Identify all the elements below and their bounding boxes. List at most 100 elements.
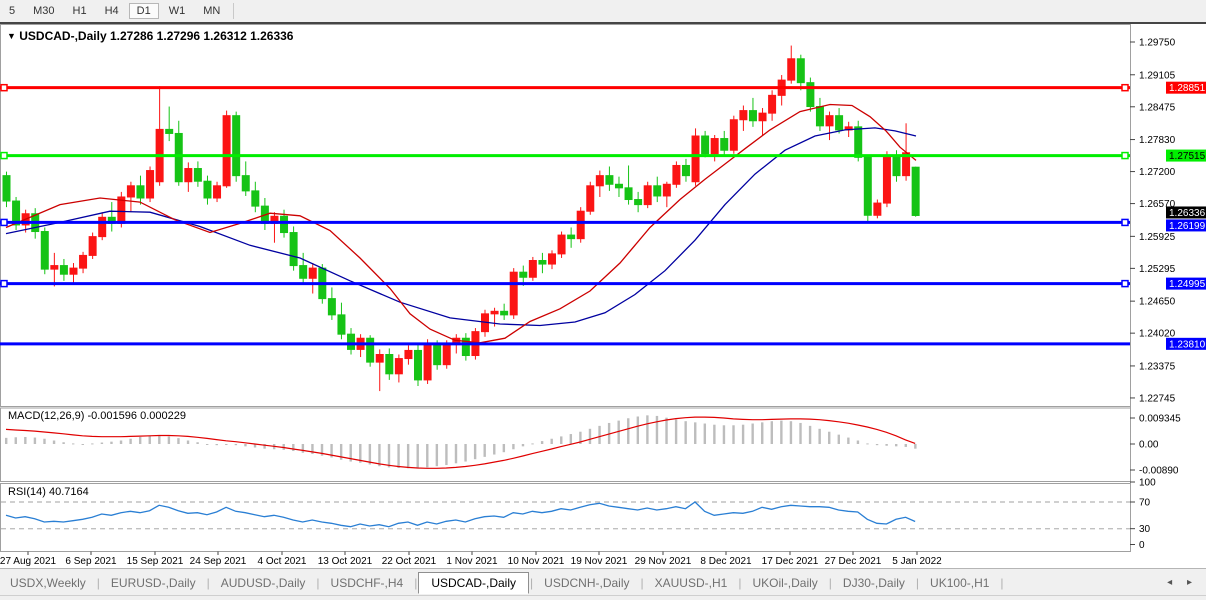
macd-bar (560, 436, 562, 444)
macd-bar (780, 421, 782, 444)
candle-body (443, 344, 450, 364)
macd-bar (598, 426, 600, 444)
date-tick-label: 4 Oct 2021 (258, 556, 307, 567)
candle-body (606, 176, 613, 185)
candle-body (214, 186, 221, 198)
macd-bar (570, 434, 572, 444)
hline-left-marker[interactable] (1, 85, 7, 91)
rsi-label: RSI(14) 40.7164 (8, 486, 89, 498)
timeframe-button-mn[interactable]: MN (195, 3, 228, 19)
tab-audusd-daily[interactable]: AUDUSD-,Daily (211, 572, 316, 594)
chart-title-ohlc: 1.27286 1.27296 1.26312 1.26336 (110, 29, 294, 43)
hline-left-marker[interactable] (1, 281, 7, 287)
candle-body (730, 120, 737, 150)
candle-body (137, 186, 144, 198)
candle-body (434, 344, 441, 364)
tab-scroll-arrows[interactable]: ◂ ▸ (1167, 577, 1198, 588)
macd-bar (5, 438, 7, 444)
tab-dj30-daily[interactable]: DJ30-,Daily (833, 572, 915, 594)
tab-ukoil-daily[interactable]: UKOil-,Daily (742, 572, 827, 594)
date-tick-label: 6 Sep 2021 (65, 556, 117, 567)
date-tick-label: 19 Nov 2021 (571, 556, 628, 567)
candle-body (797, 59, 804, 83)
macd-bar (62, 442, 64, 444)
hline-price-tag-text: 1.24995 (1169, 279, 1206, 290)
macd-bar (531, 443, 533, 444)
tab-usdcnh-daily[interactable]: USDCNH-,Daily (534, 572, 639, 594)
candle-body (883, 156, 890, 203)
candle-body (721, 139, 728, 151)
macd-bar (866, 443, 868, 444)
macd-bar (388, 444, 390, 467)
macd-bar (550, 439, 552, 444)
chart-canvas[interactable]: 1.297501.291051.284751.278301.272001.265… (0, 0, 1206, 600)
candle-body (281, 216, 288, 232)
candle-body (510, 272, 517, 315)
macd-bar (302, 444, 304, 453)
tab-eurusd-daily[interactable]: EURUSD-,Daily (101, 572, 206, 594)
date-tick-label: 10 Nov 2021 (508, 556, 565, 567)
macd-bar (120, 440, 122, 444)
collapse-icon[interactable]: ▼ (7, 31, 16, 41)
candle-body (386, 355, 393, 374)
hline-right-marker[interactable] (1122, 153, 1128, 159)
candle-body (328, 299, 335, 315)
date-tick-label: 27 Dec 2021 (825, 556, 882, 567)
macd-bar (675, 419, 677, 444)
hline-right-marker[interactable] (1122, 219, 1128, 225)
macd-bar (799, 423, 801, 444)
candle-body (673, 165, 680, 184)
macd-bar (742, 425, 744, 444)
macd-bar (905, 444, 907, 447)
candle-body (395, 359, 402, 374)
timeframe-button-h4[interactable]: H4 (97, 3, 127, 19)
price-tick-label: 1.29105 (1139, 70, 1176, 81)
hline-price-tag-text: 1.23810 (1169, 339, 1206, 350)
macd-bar (436, 444, 438, 466)
timeframe-button-5[interactable]: 5 (1, 3, 23, 19)
hline-left-marker[interactable] (1, 219, 7, 225)
window-bottom-strip (0, 595, 1206, 600)
macd-bar (637, 417, 639, 444)
candle-body (711, 139, 718, 154)
tab-uk100-h1[interactable]: UK100-,H1 (920, 572, 999, 594)
tab-usdcad-daily[interactable]: USDCAD-,Daily (418, 572, 529, 594)
macd-bar (732, 425, 734, 444)
candle-body (682, 165, 689, 175)
candle-body (41, 232, 48, 270)
macd-bar (445, 444, 447, 465)
timeframe-button-w1[interactable]: W1 (161, 3, 194, 19)
hline-right-marker[interactable] (1122, 281, 1128, 287)
tab-usdx-weekly[interactable]: USDX,Weekly (0, 572, 96, 594)
candle-body (99, 217, 106, 236)
macd-bar (828, 432, 830, 444)
candle-body (424, 344, 431, 380)
price-tick-label: 1.22745 (1139, 393, 1176, 404)
timeframe-button-d1[interactable]: D1 (129, 3, 159, 19)
candle-body (194, 169, 201, 182)
macd-bar (292, 444, 294, 451)
candle-body (242, 176, 249, 191)
tab-xauusd-h1[interactable]: XAUUSD-,H1 (645, 572, 738, 594)
chart-title-symbol: USDCAD-,Daily (19, 29, 106, 43)
macd-label: MACD(12,26,9) -0.001596 0.000229 (8, 410, 186, 422)
price-panel[interactable] (1, 25, 1131, 407)
timeframe-toolbar: 5M30H1H4D1W1MN (0, 0, 1206, 24)
price-tick-label: 1.25295 (1139, 264, 1176, 275)
macd-bar (484, 444, 486, 457)
timeframe-button-h1[interactable]: H1 (65, 3, 95, 19)
hline-right-marker[interactable] (1122, 85, 1128, 91)
macd-bar (751, 424, 753, 444)
date-tick-label: 1 Nov 2021 (446, 556, 498, 567)
macd-bar (646, 415, 648, 444)
macd-bar (196, 442, 198, 444)
timeframe-button-m30[interactable]: M30 (25, 3, 62, 19)
macd-bar (149, 436, 151, 444)
date-tick-label: 27 Aug 2021 (0, 556, 57, 567)
date-tick-label: 22 Oct 2021 (382, 556, 437, 567)
rsi-panel[interactable] (1, 484, 1131, 552)
candle-body (147, 171, 154, 198)
hline-left-marker[interactable] (1, 153, 7, 159)
macd-tick-label: -0.00890 (1139, 466, 1179, 477)
tab-usdchf-h4[interactable]: USDCHF-,H4 (321, 572, 414, 594)
